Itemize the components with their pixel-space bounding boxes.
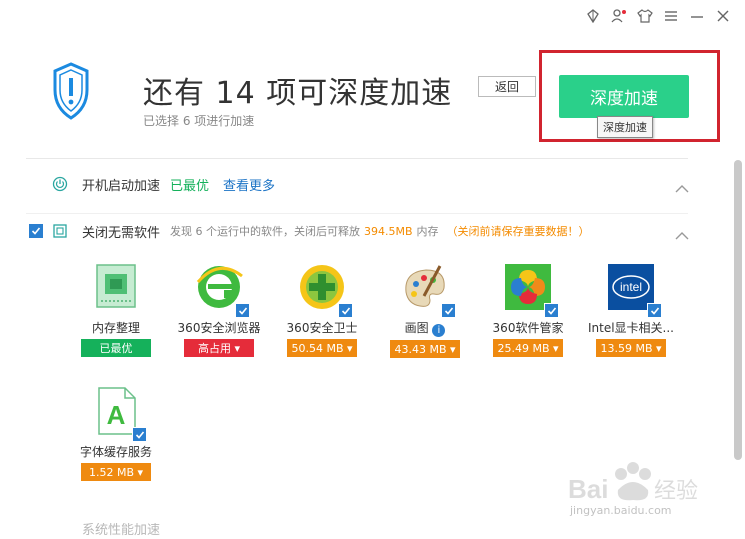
app-name: 360安全浏览器 xyxy=(177,321,261,335)
svg-text:intel: intel xyxy=(620,280,642,294)
next-section-title: 系统性能加速 xyxy=(82,523,161,538)
divider xyxy=(26,158,688,159)
scrollbar-thumb[interactable] xyxy=(734,160,742,460)
close-icon[interactable] xyxy=(715,8,731,24)
warning-text: （关闭前请保存重要数据！） xyxy=(446,225,590,238)
divider xyxy=(26,213,688,214)
app-name: 字体缓存服务 xyxy=(79,445,152,459)
watermark-url: jingyan.baidu.com xyxy=(570,504,672,517)
next-section-row: 系统性能加速 xyxy=(26,517,676,539)
paint-palette-icon xyxy=(400,262,456,318)
section-title: 开机启动加速 xyxy=(82,178,161,194)
view-more-link[interactable]: 查看更多 xyxy=(223,175,275,194)
memory-amount: 394.5MB xyxy=(364,224,413,238)
menu-icon[interactable] xyxy=(663,8,679,24)
app-checkbox[interactable] xyxy=(544,303,559,318)
app-checkbox[interactable] xyxy=(132,427,147,442)
app-checkbox[interactable] xyxy=(441,303,456,318)
app-usage-dropdown[interactable]: 50.54 MB ▾ xyxy=(287,339,357,357)
minimize-icon[interactable] xyxy=(689,8,705,24)
memory-chip-icon xyxy=(91,262,141,312)
app-status-tag: 已最优 xyxy=(81,339,151,357)
app-tile-paint[interactable]: 画图 i 43.43 MB ▾ xyxy=(379,262,471,358)
app-tile-360-browser[interactable]: 360安全浏览器 高占用 ▾ xyxy=(173,262,265,357)
deep-accelerate-button[interactable]: 深度加速 xyxy=(559,75,689,118)
section-description: 发现 6 个运行中的软件，关闭后可释放 xyxy=(170,225,361,238)
page-title: 还有 14 项可深度加速 xyxy=(143,76,453,111)
app-tile-font-cache[interactable]: A 字体缓存服务 1.52 MB ▾ xyxy=(70,386,162,481)
app-checkbox[interactable] xyxy=(235,303,250,318)
svg-text:经验: 经验 xyxy=(654,478,698,503)
app-name: 360安全卫士 xyxy=(286,321,358,335)
back-button[interactable]: 返回 xyxy=(478,76,536,97)
info-icon[interactable]: i xyxy=(432,324,446,337)
app-name: 360软件管家 xyxy=(492,321,564,335)
browser-e-icon xyxy=(194,262,250,318)
startup-section-row: 开机启动加速 已最优 查看更多 xyxy=(52,174,275,194)
guard-plus-icon xyxy=(297,262,353,318)
shirt-icon[interactable] xyxy=(637,8,653,24)
app-name: 内存整理 xyxy=(91,321,140,335)
software-manager-icon xyxy=(503,262,559,318)
app-checkbox[interactable] xyxy=(647,303,662,318)
font-file-icon: A xyxy=(91,386,147,442)
user-icon[interactable] xyxy=(611,8,627,24)
collapse-software-icon[interactable] xyxy=(675,226,689,240)
intel-icon: intel xyxy=(606,262,662,318)
app-checkbox[interactable] xyxy=(338,303,353,318)
section-title: 关闭无需软件 xyxy=(82,225,161,241)
app-usage-dropdown[interactable]: 高占用 ▾ xyxy=(184,339,254,357)
select-all-checkbox[interactable] xyxy=(29,224,43,238)
app-usage-dropdown[interactable]: 25.49 MB ▾ xyxy=(493,339,563,357)
app-name: 画图 i xyxy=(379,319,471,337)
app-usage-dropdown[interactable]: 1.52 MB ▾ xyxy=(81,463,151,481)
app-usage-dropdown[interactable]: 43.43 MB ▾ xyxy=(390,340,460,358)
memory-unit: 内存 xyxy=(416,225,439,238)
selection-summary: 已选择 6 项进行加速 xyxy=(143,114,255,128)
app-tile-memory[interactable]: 内存整理 已最优 xyxy=(70,262,162,357)
collapse-startup-icon[interactable] xyxy=(675,179,689,193)
window-list-icon xyxy=(52,223,68,239)
window-controls xyxy=(585,8,731,24)
app-tile-360-guard[interactable]: 360安全卫士 50.54 MB ▾ xyxy=(276,262,368,357)
app-name: Intel显卡相关... xyxy=(587,321,674,335)
svg-text:A: A xyxy=(107,400,126,430)
close-software-section-row: 关闭无需软件 发现 6 个运行中的软件，关闭后可释放 394.5MB 内存 （关… xyxy=(52,221,590,241)
app-tile-360-software-manager[interactable]: 360软件管家 25.49 MB ▾ xyxy=(482,262,574,357)
shield-warning-icon xyxy=(53,62,89,120)
app-tile-intel-graphics[interactable]: intel Intel显卡相关... 13.59 MB ▾ xyxy=(585,262,677,357)
status-badge: 已最优 xyxy=(170,178,210,194)
tooltip: 深度加速 xyxy=(597,116,653,138)
svg-text:Bai: Bai xyxy=(568,474,608,504)
skin-icon[interactable] xyxy=(585,8,601,24)
app-usage-dropdown[interactable]: 13.59 MB ▾ xyxy=(596,339,666,357)
power-icon xyxy=(52,176,68,192)
